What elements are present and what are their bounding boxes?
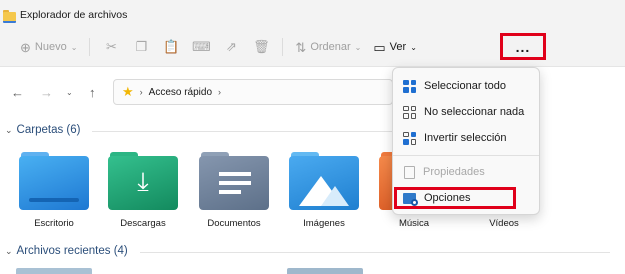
menu-item-properties[interactable]: Propiedades <box>399 159 535 185</box>
menu-item-select-all[interactable]: Seleccionar todo <box>399 73 535 99</box>
sort-button[interactable]: ⇅ Ordenar ⌄ <box>289 34 367 60</box>
window-title: Explorador de archivos <box>20 9 128 21</box>
menu-item-label: Seleccionar todo <box>424 80 506 92</box>
folder-label: Imágenes <box>303 218 345 229</box>
sort-button-label: Ordenar <box>310 41 351 53</box>
folder-label: Escritorio <box>34 218 74 229</box>
share-icon: ⇗ <box>225 39 237 54</box>
new-button[interactable]: ⊕ Nuevo ⌄ <box>14 34 83 60</box>
recent-file-thumbnail[interactable] <box>16 268 92 274</box>
folder-label: Documentos <box>207 218 261 229</box>
more-icon: ... <box>515 38 531 55</box>
invert-selection-icon <box>403 131 416 145</box>
folder-tile-pictures[interactable]: Imágenes <box>288 152 360 229</box>
view-button-label: Ver <box>389 41 407 53</box>
pictures-folder-icon <box>289 152 359 210</box>
star-icon: ★ <box>122 84 134 99</box>
folder-tile-downloads[interactable]: ⤓ Descargas <box>107 152 179 229</box>
menu-item-label: Propiedades <box>423 166 485 178</box>
toolbar-divider <box>89 38 91 56</box>
select-none-icon <box>403 105 416 119</box>
group-header-folders[interactable]: ⌄ Carpetas (6) <box>5 124 80 136</box>
plus-circle-icon: ⊕ <box>20 39 31 55</box>
folder-tile-desktop[interactable]: Escritorio <box>18 152 90 229</box>
folder-label: Música <box>398 218 430 229</box>
chevron-down-icon: ⌄ <box>5 124 13 135</box>
paste-button[interactable]: 📋 <box>156 34 186 60</box>
chevron-down-icon: ⌄ <box>410 42 417 52</box>
back-arrow-icon[interactable]: ← <box>11 85 24 100</box>
folder-tile-documents[interactable]: Documentos <box>198 152 270 229</box>
group-label: Archivos recientes (4) <box>16 245 128 257</box>
chevron-down-icon: ⌄ <box>70 42 78 52</box>
documents-folder-icon <box>199 152 269 210</box>
downloads-folder-icon: ⤓ <box>108 152 178 210</box>
breadcrumb-location[interactable]: Acceso rápido <box>149 87 212 98</box>
group-header-recent[interactable]: ⌄ Archivos recientes (4) <box>5 245 128 257</box>
desktop-folder-icon <box>19 152 89 210</box>
chevron-down-icon: ⌄ <box>5 245 13 256</box>
sort-icon: ⇅ <box>295 39 307 55</box>
folder-label: Vídeos <box>489 218 519 229</box>
copy-button[interactable]: ❐ <box>126 34 156 60</box>
group-label: Carpetas (6) <box>16 124 81 136</box>
cut-icon: ✂ <box>105 39 117 54</box>
delete-icon: 🗑 <box>253 39 270 54</box>
rename-icon: ⌨ <box>192 39 211 54</box>
group-divider <box>92 131 392 132</box>
menu-item-invert-selection[interactable]: Invertir selección <box>399 125 535 151</box>
folder-label: Descargas <box>120 218 166 229</box>
properties-icon <box>404 165 415 179</box>
new-button-label: Nuevo <box>34 41 67 53</box>
file-explorer-icon <box>3 9 16 23</box>
menu-item-label: Invertir selección <box>424 132 507 144</box>
view-button[interactable]: ▭ Ver ⌄ <box>367 34 423 60</box>
address-bar[interactable]: ★ › Acceso rápido › <box>113 79 393 105</box>
forward-arrow-icon[interactable]: → <box>40 85 53 100</box>
menu-item-select-none[interactable]: No seleccionar nada <box>399 99 535 125</box>
view-icon: ▭ <box>373 39 386 55</box>
chevron-down-icon: ⌄ <box>354 42 362 52</box>
options-highlight-box <box>394 187 516 209</box>
toolbar-divider <box>282 38 284 56</box>
recent-file-thumbnail[interactable] <box>287 268 363 274</box>
select-all-icon <box>403 79 416 93</box>
up-arrow-icon[interactable]: ↑ <box>89 85 96 100</box>
breadcrumb-chevron-icon: › <box>139 87 143 97</box>
group-divider <box>140 252 610 253</box>
cut-button[interactable]: ✂ <box>96 34 126 60</box>
paste-icon: 📋 <box>163 39 180 54</box>
delete-button[interactable]: 🗑 <box>246 34 276 60</box>
see-more-button[interactable]: ... <box>500 33 546 60</box>
rename-button[interactable]: ⌨ <box>186 34 216 60</box>
menu-divider <box>393 155 539 156</box>
share-button[interactable]: ⇗ <box>216 34 246 60</box>
menu-item-label: No seleccionar nada <box>424 106 525 118</box>
recent-locations-chevron-icon[interactable]: ⌄ <box>66 88 73 97</box>
title-bar: Explorador de archivos <box>0 0 625 30</box>
copy-icon: ❐ <box>135 39 148 54</box>
breadcrumb-chevron-icon[interactable]: › <box>218 87 221 97</box>
